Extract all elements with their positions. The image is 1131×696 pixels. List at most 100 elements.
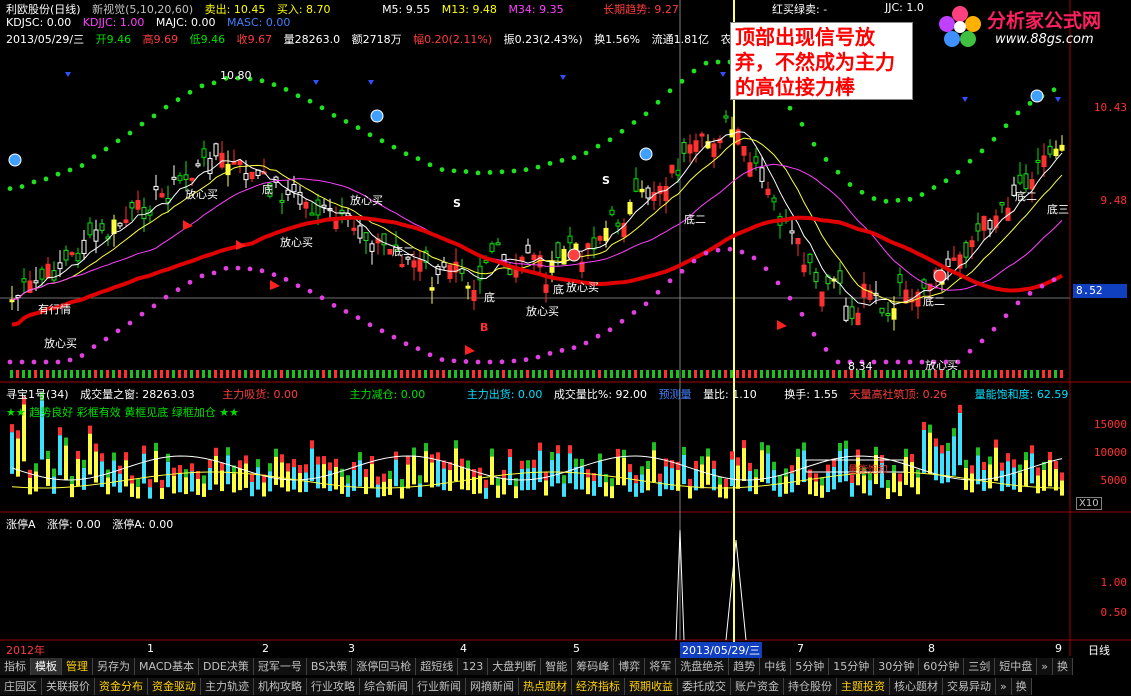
upper-band-dot bbox=[139, 121, 145, 127]
volume-cap-bar bbox=[976, 447, 980, 456]
tab-16[interactable]: 洗盘绝杀 bbox=[676, 658, 730, 675]
volume-cap-bar bbox=[124, 452, 128, 461]
signal-strip-bar bbox=[94, 370, 97, 378]
tab-12[interactable]: 预期收益 bbox=[625, 678, 678, 695]
tab-6[interactable]: 行业攻略 bbox=[307, 678, 360, 695]
volume-cap-bar bbox=[688, 478, 692, 487]
tab-10[interactable]: 123 bbox=[458, 658, 489, 675]
volume-cap-bar bbox=[46, 450, 50, 459]
upper-band-dot bbox=[559, 157, 565, 163]
tab-4[interactable]: 主力轨迹 bbox=[201, 678, 254, 695]
tab-9[interactable]: 网摘新闻 bbox=[466, 678, 519, 695]
signal-strip-bar bbox=[784, 370, 787, 378]
tab-17[interactable]: 核心题材 bbox=[890, 678, 943, 695]
volume-bar bbox=[700, 464, 704, 489]
tab-23[interactable]: 三剑 bbox=[964, 658, 996, 675]
tab-4[interactable]: MACD基本 bbox=[135, 658, 199, 675]
volume-bar bbox=[190, 471, 194, 492]
volume-bar bbox=[706, 456, 710, 485]
signal-strip-bar bbox=[244, 370, 247, 378]
signal-strip-bar bbox=[622, 370, 625, 378]
lower-band-dot bbox=[91, 344, 97, 350]
tab-16[interactable]: 主题投资 bbox=[837, 678, 890, 695]
tab-22[interactable]: 60分钟 bbox=[919, 658, 965, 675]
tab-11[interactable]: 大盘判断 bbox=[488, 658, 542, 675]
volume-bar bbox=[1048, 459, 1052, 487]
tab-6[interactable]: 冠军一号 bbox=[253, 658, 307, 675]
tab-2[interactable]: 资金分布 bbox=[95, 678, 148, 695]
tab-5[interactable]: 机构攻略 bbox=[254, 678, 307, 695]
volume-liangbi: 量比: 1.10 bbox=[703, 388, 757, 401]
tab-8[interactable]: 涨停回马枪 bbox=[352, 658, 417, 675]
tab-7[interactable]: 综合新闻 bbox=[360, 678, 413, 695]
tab-3[interactable]: 另存为 bbox=[93, 658, 135, 675]
signal-strip-bar bbox=[550, 370, 553, 378]
upper-band-dot bbox=[403, 151, 409, 157]
signal-strip-bar bbox=[76, 370, 79, 378]
tab-19[interactable]: » bbox=[996, 678, 1012, 695]
volume-cap-bar bbox=[748, 462, 752, 471]
tab-14[interactable]: 博弈 bbox=[614, 658, 646, 675]
lower-band-dot bbox=[235, 265, 241, 271]
bottom-two-label: 底二 bbox=[684, 213, 706, 226]
tab-15[interactable]: 将军 bbox=[645, 658, 677, 675]
signal-strip-bar bbox=[112, 370, 115, 378]
tab-13[interactable]: 委托成交 bbox=[678, 678, 731, 695]
tab-17[interactable]: 趋势 bbox=[729, 658, 761, 675]
tab-0[interactable]: 庄园区 bbox=[0, 678, 42, 695]
limit-up-indicator-name[interactable]: 涨停A bbox=[6, 518, 36, 531]
volume-bar bbox=[334, 466, 338, 490]
tab-7[interactable]: BS决策 bbox=[306, 658, 353, 675]
signal-strip-bar bbox=[214, 370, 217, 378]
signal-strip-bar bbox=[1006, 370, 1009, 378]
tab-24[interactable]: 短中盘 bbox=[995, 658, 1038, 675]
signal-strip-bar bbox=[364, 370, 367, 378]
candle bbox=[135, 200, 141, 210]
tab-25[interactable]: » bbox=[1037, 658, 1053, 675]
tab-1[interactable]: 模板 bbox=[31, 658, 62, 675]
tab-5[interactable]: DDE决策 bbox=[198, 658, 254, 675]
tab-13[interactable]: 筹码峰 bbox=[572, 658, 615, 675]
signal-strip-bar bbox=[184, 370, 187, 378]
candle bbox=[807, 253, 813, 264]
tab-2[interactable]: 管理 bbox=[62, 658, 93, 675]
tab-20[interactable]: 15分钟 bbox=[829, 658, 875, 675]
tab-9[interactable]: 超短线 bbox=[416, 658, 459, 675]
candle bbox=[531, 254, 537, 261]
tab-11[interactable]: 经济指标 bbox=[572, 678, 625, 695]
candle bbox=[987, 220, 993, 230]
signal-strip-bar bbox=[766, 370, 769, 378]
upper-band-dot bbox=[283, 86, 289, 92]
period-label[interactable]: 日线 bbox=[1088, 642, 1110, 658]
tab-3[interactable]: 资金驱动 bbox=[148, 678, 201, 695]
tab-19[interactable]: 5分钟 bbox=[791, 658, 830, 675]
volume-bar bbox=[292, 467, 296, 490]
volume-indicator-name[interactable]: 寻宝1号(34) bbox=[6, 388, 69, 401]
tab-12[interactable]: 智能 bbox=[541, 658, 573, 675]
candle bbox=[369, 243, 375, 252]
indicator-name[interactable]: 新视觉(5,10,20,60) bbox=[92, 3, 193, 16]
volume-bar bbox=[10, 432, 14, 474]
signal-strip-bar bbox=[286, 370, 289, 378]
volume-bar bbox=[178, 473, 182, 493]
upper-band-dot bbox=[187, 89, 193, 95]
tab-14[interactable]: 账户资金 bbox=[731, 678, 784, 695]
lower-band-dot bbox=[499, 359, 505, 365]
volume-bar bbox=[358, 460, 362, 487]
lower-band-dot bbox=[787, 295, 793, 301]
stock-chart-canvas[interactable] bbox=[0, 0, 1131, 696]
signal-strip-bar bbox=[466, 370, 469, 378]
tab-21[interactable]: 30分钟 bbox=[874, 658, 920, 675]
volume-cap-bar bbox=[94, 443, 98, 452]
tab-18[interactable]: 中线 bbox=[760, 658, 792, 675]
tab-26[interactable]: 换 bbox=[1052, 658, 1073, 675]
tab-10[interactable]: 热点题材 bbox=[519, 678, 572, 695]
tab-1[interactable]: 关联报价 bbox=[42, 678, 95, 695]
tab-0[interactable]: 指标 bbox=[0, 658, 31, 675]
volume-bar bbox=[742, 448, 746, 482]
tab-8[interactable]: 行业新闻 bbox=[413, 678, 466, 695]
tab-18[interactable]: 交易异动 bbox=[943, 678, 996, 695]
tab-20[interactable]: 换 bbox=[1011, 678, 1032, 695]
tab-15[interactable]: 持仓股份 bbox=[784, 678, 837, 695]
candle bbox=[627, 202, 633, 215]
